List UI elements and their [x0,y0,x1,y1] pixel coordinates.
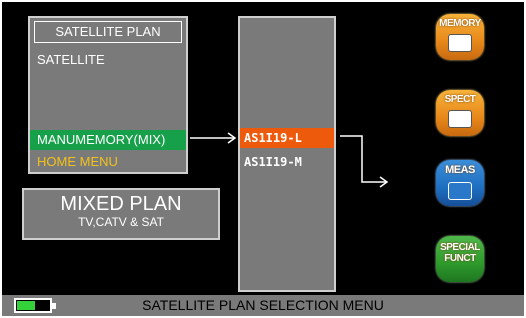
battery-icon [14,298,52,313]
status-text: SATELLITE PLAN SELECTION MENU [142,297,384,313]
special-function-button-label: SPECIAL FUNCT [440,242,480,264]
plan-list: AS1I19-L AS1I19-M [238,16,336,292]
measure-icon [448,182,472,200]
plan-list-item[interactable]: AS1I19-M [240,152,334,172]
plan-list-item[interactable]: AS1I19-L [240,128,334,148]
measure-button-label: MEAS [445,164,475,176]
measure-button[interactable]: MEAS [436,160,484,206]
special-function-button[interactable]: SPECIAL FUNCT [436,236,484,282]
memory-button[interactable]: MEMORY [436,14,484,60]
status-bar: SATELLITE PLAN SELECTION MENU [2,295,524,316]
memory-button-label: MEMORY [439,18,481,29]
arrow-to-plan-list-icon [190,132,237,144]
battery-tip [52,303,56,309]
arrow-to-output-icon [340,135,389,188]
spectrum-button[interactable]: SPECT [436,90,484,136]
spectrum-icon [448,110,472,128]
memory-icon [448,34,472,52]
spectrum-button-label: SPECT [444,94,476,105]
instrument-screen: SATELLITE PLAN SATELLITE MANUMEMORY(MIX)… [2,2,524,316]
battery-level-fill [17,301,35,310]
